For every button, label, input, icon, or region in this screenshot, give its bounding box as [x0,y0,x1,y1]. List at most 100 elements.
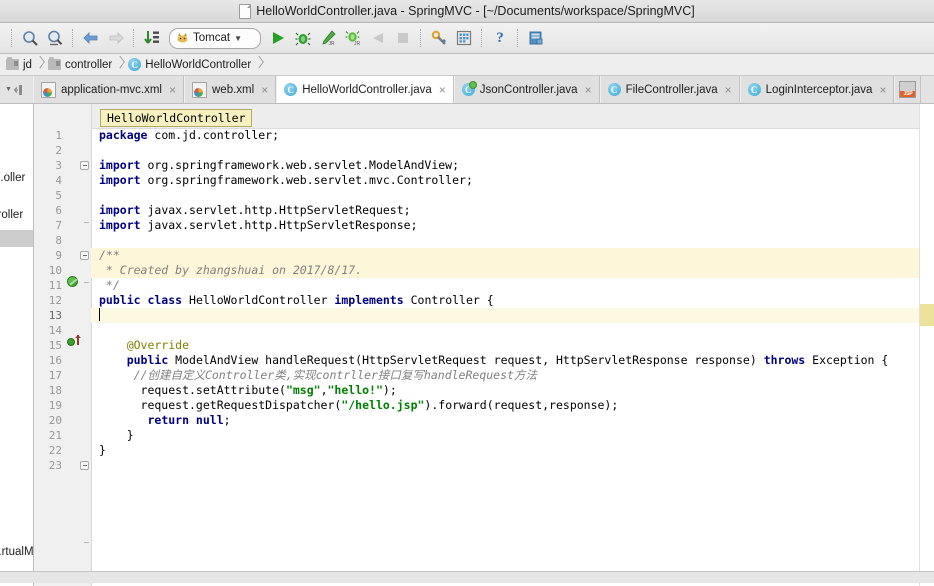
line-number: 14 [48,324,62,337]
java-class-icon: C [607,83,621,96]
tab-close-icon[interactable]: × [725,84,732,96]
tab-close-icon[interactable]: × [879,84,886,96]
code-line[interactable] [91,233,920,248]
code-line[interactable]: } [91,428,920,443]
run-icon[interactable] [267,27,289,49]
line-number: 6 [55,204,62,217]
line-number: 16 [48,354,62,367]
line-number: 3 [55,159,62,172]
java-class-icon: C [747,83,761,96]
project-structure-icon[interactable] [453,27,475,49]
find-in-path-icon[interactable] [44,27,66,49]
project-tree-item[interactable]: ...rtualM [0,546,33,558]
breadcrumb-item-controller[interactable]: controller [44,54,116,75]
tab-close-icon[interactable]: × [169,84,176,96]
breadcrumb-label: controller [64,58,113,71]
code-line[interactable]: import javax.servlet.http.HttpServletRes… [91,218,920,233]
code-line[interactable]: * Created by zhangshuai on 2017/8/17. [91,263,920,278]
run-configuration-selector[interactable]: Tomcat ▼ [169,27,261,49]
database-icon[interactable] [525,27,547,49]
toolbar-separator [133,29,135,47]
breadcrumb-item-helloworldcontroller[interactable]: C HelloWorldController [124,54,255,75]
folder-icon [47,57,61,70]
code-line[interactable]: request.getRequestDispatcher("/hello.jsp… [91,398,920,413]
fold-marker-javadoc[interactable] [80,251,89,260]
breadcrumb-label: jd [23,58,32,71]
project-tree-item-selected[interactable] [0,230,33,247]
window-title: HelloWorldController.java - SpringMVC - … [256,4,695,18]
implemented-interface-marker-icon[interactable] [67,276,78,287]
breadcrumb-item-jd[interactable]: jd [2,54,36,75]
line-number-current: 13 [48,309,62,322]
tab-close-icon[interactable]: × [585,84,592,96]
run-coverage-icon[interactable]: JR [317,27,339,49]
code-line[interactable]: request.setAttribute("msg","hello!"); [91,383,920,398]
code-line[interactable]: return null; [91,413,920,428]
debug-jr-icon[interactable]: JR [342,27,364,49]
chevron-down-icon[interactable]: ▼ [234,34,242,43]
code-line[interactable]: import org.springframework.web.servlet.m… [91,173,920,188]
code-line[interactable]: package com.jd.controller; [91,128,920,143]
tab-left-controls[interactable]: ▼ [0,76,33,103]
line-number: 5 [55,189,62,202]
code-line[interactable] [91,323,920,338]
code-line[interactable]: @Override [91,338,920,353]
debug-icon[interactable] [292,27,314,49]
status-bar [0,571,934,583]
help-icon[interactable]: ? [489,27,511,49]
editor-gutter[interactable]: 1 2 3 4 5 6 7 8 9 10 11 12 13 14 15 16 1… [34,104,92,586]
code-text-area[interactable]: package com.jd.controller; import org.sp… [91,128,920,586]
breadcrumb-chevron-icon [255,54,263,75]
tab-chevron-icon[interactable]: ▼ [5,86,12,93]
line-number: 1 [55,129,62,142]
tab-close-icon[interactable]: × [439,84,446,96]
sort-icon[interactable] [141,27,163,49]
tab-pin-icon[interactable] [14,84,28,96]
code-line-current[interactable] [91,308,920,323]
code-line[interactable]: /** [91,248,920,263]
fold-marker-imports[interactable] [80,161,89,170]
line-number: 2 [55,144,62,157]
code-line[interactable]: public ModelAndView handleRequest(HttpSe… [91,353,920,368]
tab-application-mvc-xml[interactable]: application-mvc.xml × [33,76,184,103]
line-number-column: 1 2 3 4 5 6 7 8 9 10 11 12 13 14 15 16 1… [34,128,64,473]
tab-logininterceptor-java[interactable]: C LoginInterceptor.java × [739,76,895,103]
runnable-marker-icon [468,81,477,89]
line-number: 9 [55,249,62,262]
tab-close-icon[interactable]: × [261,84,268,96]
java-class-icon: C [284,83,298,96]
project-tool-window[interactable]: ...oller ...roller ...rtualM [0,104,34,586]
project-tree-item[interactable]: ...roller [0,209,23,221]
tab-web-xml[interactable]: web.xml × [184,76,277,103]
tab-helloworldcontroller-java[interactable]: C HelloWorldController.java × [276,76,454,103]
window-titlebar: HelloWorldController.java - SpringMVC - … [0,0,934,23]
tab-jsp-file[interactable] [894,76,922,103]
code-line[interactable] [91,143,920,158]
code-line[interactable] [91,458,920,473]
fold-marker-method[interactable] [80,461,89,470]
tab-filecontroller-java[interactable]: C FileController.java × [599,76,740,103]
folder-icon [6,57,19,70]
editor-marker-scrollbar[interactable] [919,104,934,586]
search-everywhere-icon[interactable] [19,27,41,49]
code-line[interactable]: public class HelloWorldController implem… [91,293,920,308]
code-editor[interactable]: HelloWorldController 1 2 3 4 5 6 7 8 9 1… [34,104,934,586]
project-tree-item[interactable]: ...oller [0,172,25,184]
main-toolbar: Tomcat ▼ JR JR ? [0,23,934,54]
java-class-icon: C [128,58,142,71]
tomcat-cat-icon [176,32,189,44]
code-line[interactable]: import javax.servlet.http.HttpServletReq… [91,203,920,218]
code-line[interactable]: } [91,443,920,458]
code-line[interactable] [91,188,920,203]
code-line[interactable]: import org.springframework.web.servlet.M… [91,158,920,173]
tab-jsoncontroller-java[interactable]: C JsonController.java × [453,76,600,103]
settings-wrench-icon[interactable] [428,27,450,49]
toolbar-separator [420,29,422,47]
highlight-marker[interactable] [920,304,934,326]
overriding-method-marker-icon[interactable] [67,338,75,346]
tab-label: web.xml [212,83,255,96]
code-line[interactable]: */ [91,278,920,293]
navigate-back-icon[interactable] [80,27,102,49]
code-line[interactable]: //创建自定义Controller类,实现contrller接口复写handle… [91,368,920,383]
xml-file-icon [192,81,207,98]
